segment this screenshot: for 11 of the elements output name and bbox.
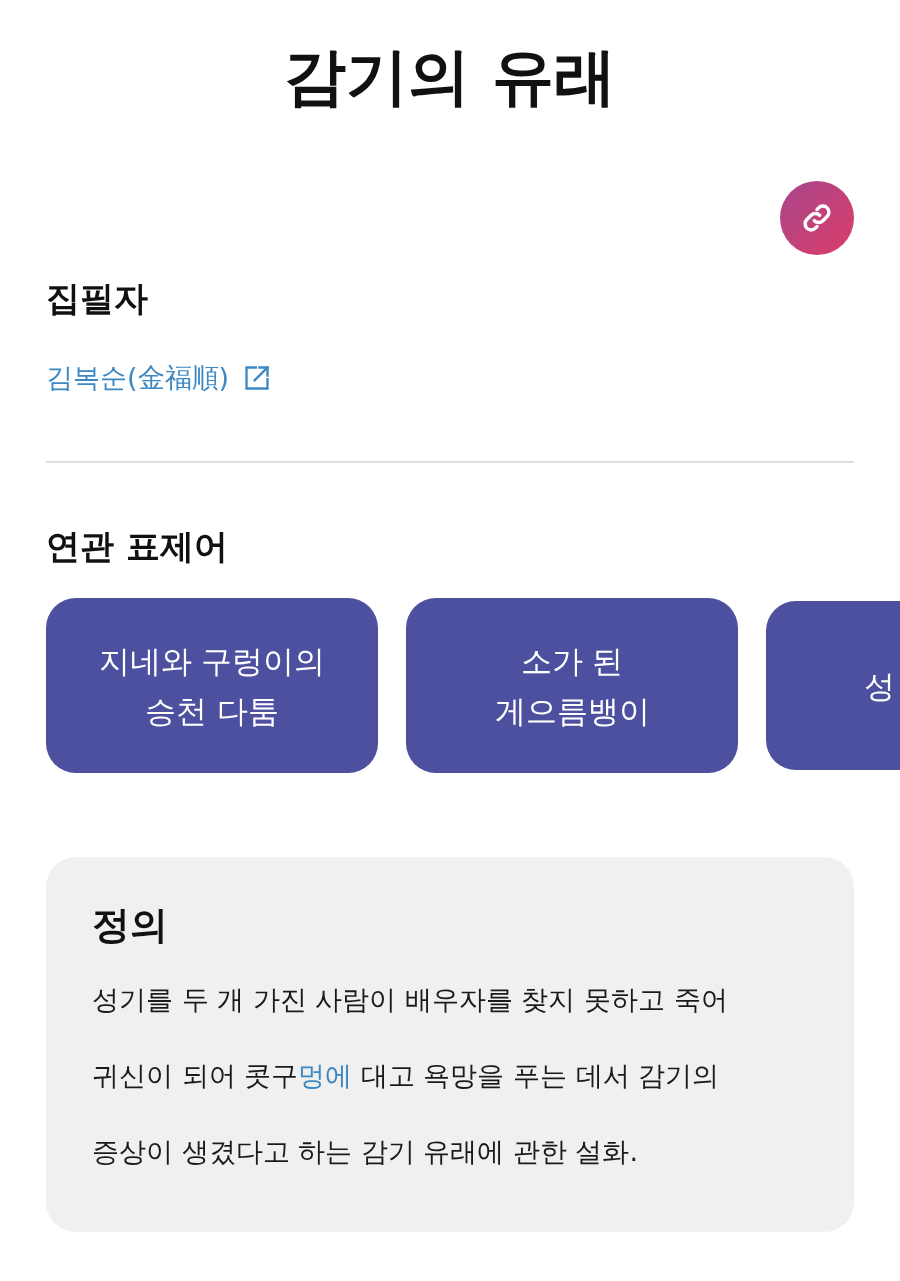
definition-heading: 정의 (92, 902, 169, 949)
page-title: 감기의 유래 (283, 39, 617, 115)
related-entry-card[interactable]: 성 (766, 601, 900, 770)
link-icon (801, 202, 833, 234)
related-entry-card[interactable]: 지네와 구렁이의 승천 다툼 (46, 598, 378, 773)
external-link-icon (243, 364, 272, 392)
author-link[interactable]: 김복순(金福順) (46, 360, 272, 396)
section-heading: 연관 표제어 (46, 525, 229, 568)
section-heading: 집필자 (46, 277, 149, 320)
definition-text: 성기를 두 개 가진 사람이 배우자를 찾지 못하고 죽어 귀신이 되어 콧구멍에 대고 욕망을 푸는 데서 감기의 증상이 생겼다고 하는 감기 유래에 관한 설화. (92, 983, 729, 1169)
related-entry-card[interactable]: 소가 된 게으름뱅이 (406, 598, 738, 773)
